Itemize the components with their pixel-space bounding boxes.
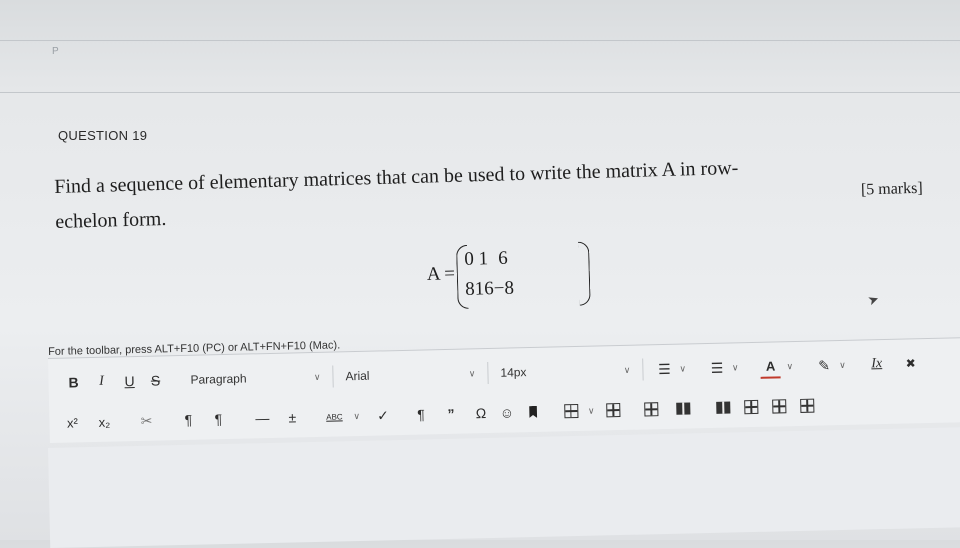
toolbar-row-1: B I U S Paragraph ∨ Arial ∨ 14px ∨ ☰ ∨ ☰ ∨ A ∨…: [48, 349, 920, 397]
chevron-down-icon[interactable]: ∨: [732, 362, 739, 373]
table-insert-row-icon[interactable]: [640, 398, 662, 420]
font-family-select[interactable]: Arial ∨: [339, 361, 482, 388]
horizontal-rule-icon[interactable]: —: [251, 407, 273, 429]
toolbar-separator: [332, 365, 334, 388]
table-icon[interactable]: [560, 400, 582, 422]
toolbar-separator: [642, 358, 644, 381]
matrix-row: 0 1 6: [464, 244, 514, 275]
matrix-right-paren: [577, 241, 591, 306]
subscript-button[interactable]: x₂: [93, 410, 115, 432]
remove-format-icon[interactable]: ✖: [901, 352, 919, 374]
table-row-icon: [644, 402, 659, 417]
table-merge-icon[interactable]: [740, 396, 762, 418]
text-color-button[interactable]: A: [760, 354, 781, 379]
font-size-value: 14px: [500, 365, 527, 380]
table-col-fill-icon: [716, 401, 731, 414]
special-character-icon[interactable]: Ω: [470, 402, 492, 424]
mouse-cursor-icon: ➤: [865, 290, 881, 309]
rtl-paragraph-icon[interactable]: ¶: [207, 408, 229, 430]
table-props-box-icon: [800, 398, 815, 413]
plus-minus-icon[interactable]: ±: [281, 406, 303, 428]
table-props-icon[interactable]: [796, 395, 818, 417]
clear-formatting-button[interactable]: Ix: [867, 353, 885, 375]
checkmark-icon[interactable]: ✓: [372, 404, 394, 426]
matrix-cell: 16: [474, 278, 495, 300]
bullet-list-icon[interactable]: ☰: [655, 358, 673, 380]
table-split-box-icon: [772, 399, 787, 414]
matrix-cell: −8: [493, 277, 515, 300]
table-header-fill-icon: [676, 402, 691, 415]
table-split-icon[interactable]: [768, 395, 790, 417]
matrix-cell: 1: [478, 248, 489, 270]
matrix-lhs: A =: [426, 263, 456, 285]
page-marker: P: [52, 46, 59, 57]
ltr-paragraph-icon[interactable]: ¶: [177, 409, 199, 431]
matrix-cell: 8: [464, 278, 476, 300]
strikethrough-button[interactable]: S: [144, 369, 166, 391]
page-divider-top: [0, 40, 960, 41]
toolbar-separator: [487, 362, 489, 385]
bookmark-shape: [529, 406, 537, 418]
question-text: Find a sequence of elementary matrices t…: [54, 151, 935, 234]
chevron-down-icon[interactable]: ∨: [588, 405, 595, 416]
blockquote-icon[interactable]: ”: [440, 403, 462, 425]
chevron-down-icon[interactable]: ∨: [839, 359, 846, 370]
font-size-select[interactable]: 14px ∨: [494, 358, 637, 385]
answer-editor-area[interactable]: [48, 426, 960, 548]
chevron-down-icon: ∨: [313, 371, 321, 382]
emoji-icon[interactable]: ☺: [496, 401, 518, 423]
font-family-value: Arial: [345, 368, 370, 384]
table-box-icon: [606, 403, 621, 418]
table-grid-icon: [563, 403, 579, 419]
toolbar-row-2: x² x₂ ✂ ¶ ¶ — ± ABC ∨ ✓ ¶ ” Ω ☺ ∨: [49, 392, 819, 437]
numbered-list-icon[interactable]: ☰: [708, 357, 726, 379]
table-insert-col-icon[interactable]: [712, 396, 734, 418]
table-merge-box-icon: [744, 399, 759, 415]
chevron-down-icon: ∨: [468, 367, 476, 378]
highlight-icon[interactable]: ✎: [815, 354, 833, 376]
page-divider: [0, 92, 960, 93]
paragraph-mark-icon[interactable]: ¶: [410, 403, 432, 425]
superscript-button[interactable]: x²: [61, 411, 83, 433]
chevron-down-icon[interactable]: ∨: [786, 361, 793, 372]
spellcheck-icon[interactable]: ABC: [321, 405, 347, 428]
table-delete-icon[interactable]: [602, 399, 624, 421]
matrix-row: 8 16 −8: [465, 274, 515, 305]
matrix-cell: 0: [464, 248, 475, 270]
chevron-down-icon[interactable]: ∨: [679, 363, 686, 374]
table-header-icon[interactable]: [672, 397, 694, 419]
chevron-down-icon: ∨: [623, 364, 631, 375]
question-marks: [5 marks]: [860, 179, 923, 199]
question-label: QUESTION 19: [58, 128, 148, 143]
bold-button[interactable]: B: [62, 371, 84, 393]
paragraph-select-value: Paragraph: [190, 371, 247, 387]
unlink-icon[interactable]: ✂: [135, 410, 157, 432]
chevron-down-icon[interactable]: ∨: [353, 410, 360, 421]
italic-button[interactable]: I: [90, 371, 112, 393]
matrix-table: 0 1 6 8 16 −8: [464, 244, 514, 305]
matrix-cell: 6: [497, 247, 509, 269]
paragraph-select[interactable]: Paragraph ∨: [184, 365, 327, 392]
bookmark-icon[interactable]: [522, 401, 544, 423]
underline-button[interactable]: U: [118, 370, 140, 392]
